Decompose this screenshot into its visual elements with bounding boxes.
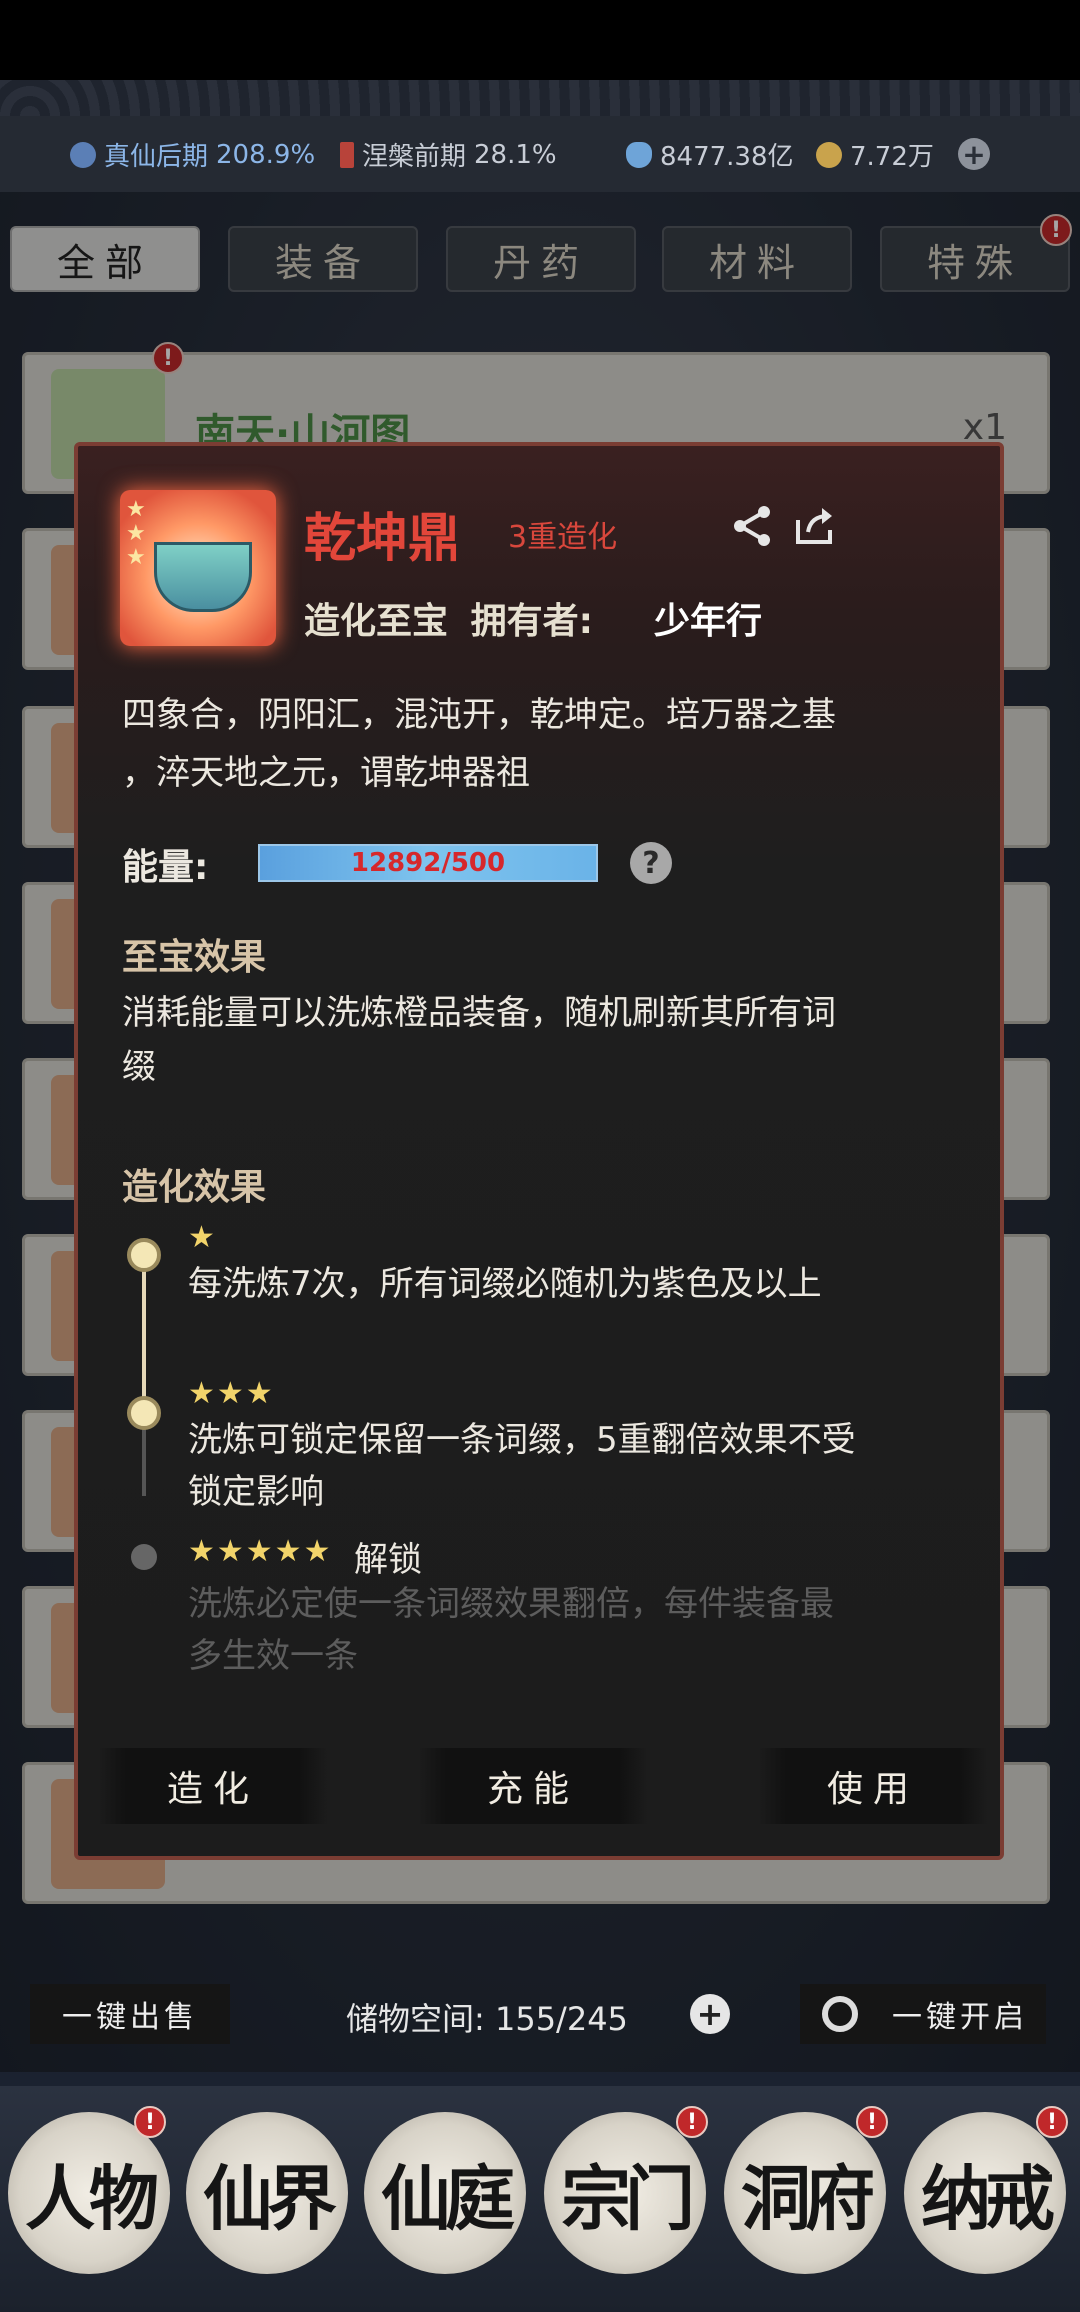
nav-sect[interactable]: 宗门	[544, 2112, 706, 2274]
realm1-stat: 真仙后期 208.9%	[70, 136, 315, 173]
use-button[interactable]: 使用	[758, 1748, 988, 1824]
spirit-stone-stat: 8477.38亿	[626, 136, 794, 173]
realm2-stat: 涅槃前期 28.1%	[340, 136, 557, 173]
top-black-bar	[0, 0, 1080, 80]
effect-line: 缀	[122, 1047, 156, 1087]
level3-stars: ★★★★★	[188, 1534, 333, 1569]
expand-storage-icon[interactable]: +	[690, 1994, 730, 2034]
level2-line: 洗炼可锁定保留一条词缀，5重翻倍效果不受	[188, 1420, 856, 1460]
crystal-icon	[626, 141, 652, 168]
bottom-navigation: 人物 仙界 仙庭 宗门 洞府 纳戒 ! ! ! !	[0, 2086, 1080, 2312]
nav-ring-badge: !	[1036, 2106, 1068, 2138]
coin-icon	[816, 141, 842, 168]
sell-all-button[interactable]: 一键出售	[30, 1984, 230, 2044]
level3-line: 多生效一条	[188, 1636, 358, 1676]
energy-bar: 12892/500	[258, 844, 598, 882]
cauldron-item-icon: ★ ★ ★	[120, 490, 276, 646]
resource-status-bar: 真仙后期 208.9% 涅槃前期 28.1% 8477.38亿 7.72万 +	[0, 116, 1080, 192]
storage-capacity: 储物空间: 155/245	[346, 1994, 628, 2040]
desc-line: ，淬天地之元，谓乾坤器祖	[122, 753, 530, 793]
nav-label: 宗门	[561, 2156, 695, 2240]
level1-text: 每洗炼7次，所有词缀必随机为紫色及以上	[188, 1258, 988, 1310]
refine-button[interactable]: 造化	[98, 1748, 328, 1824]
owner-name: 少年行	[654, 601, 763, 642]
refine-level: 3重造化	[508, 520, 618, 555]
inventory-toolbar: 一键出售 储物空间: 155/245 + 一键开启	[0, 1984, 1080, 2048]
nav-immortal-court[interactable]: 仙庭	[364, 2112, 526, 2274]
timeline-node-2	[127, 1396, 161, 1430]
item-description: 四象合，阴阳汇，混沌开，乾坤定。培万器之基 ，淬天地之元，谓乾坤器祖	[122, 686, 972, 802]
storage-label: 储物空间:	[346, 2000, 485, 2038]
level1-line: 每洗炼7次，所有词缀必随机为紫色及以上	[188, 1264, 822, 1304]
realm1-pct: 208.9%	[216, 139, 316, 170]
nav-label: 仙庭	[381, 2156, 515, 2240]
energy-label: 能量:	[122, 847, 209, 888]
coin-stat: 7.72万	[816, 136, 934, 173]
help-icon[interactable]: ?	[630, 842, 672, 884]
level3-line: 洗炼必定使一条词缀效果翻倍，每件装备最	[188, 1584, 834, 1624]
share-icon[interactable]	[728, 502, 776, 550]
nav-label: 人物	[25, 2156, 159, 2240]
effect-line: 消耗能量可以洗炼橙品装备，随机刷新其所有词	[122, 993, 836, 1033]
realm2-name: 涅槃前期	[362, 142, 467, 172]
timeline-node-1	[127, 1238, 161, 1272]
nav-storage-ring[interactable]: 纳戒	[904, 2112, 1066, 2274]
item-detail-modal: ★ ★ ★ 乾坤鼎 3重造化 造化至宝 拥有者: 少年行 四象合，阴阳汇，混沌开，乾…	[74, 442, 1004, 1860]
realm2-pct: 28.1%	[474, 139, 557, 170]
nav-character-badge: !	[134, 2106, 166, 2138]
rarity-stars-icon: ★ ★ ★	[126, 497, 146, 570]
add-currency-icon[interactable]: +	[958, 138, 990, 171]
nav-label: 纳戒	[921, 2156, 1055, 2240]
nav-sect-badge: !	[676, 2106, 708, 2138]
export-icon[interactable]	[790, 502, 838, 550]
swirl-icon	[70, 141, 96, 168]
energy-value: 12892/500	[350, 848, 506, 878]
nav-cave-badge: !	[856, 2106, 888, 2138]
timeline-node-3	[131, 1544, 157, 1570]
item-type-text: 造化至宝	[304, 601, 449, 642]
effect-text: 消耗能量可以洗炼橙品装备，随机刷新其所有词 缀	[122, 986, 982, 1094]
cauldron-icon	[154, 542, 252, 612]
nav-immortal-realm[interactable]: 仙界	[186, 2112, 348, 2274]
nav-label: 仙界	[203, 2156, 337, 2240]
coin-value: 7.72万	[850, 142, 934, 172]
effect-title: 至宝效果	[122, 937, 267, 978]
level1-stars: ★	[188, 1220, 217, 1255]
level3-text: 洗炼必定使一条词缀效果翻倍，每件装备最 多生效一条	[188, 1578, 988, 1682]
level2-text: 洗炼可锁定保留一条词缀，5重翻倍效果不受 锁定影响	[188, 1414, 988, 1518]
storage-value: 155/245	[494, 2000, 628, 2038]
gear-icon[interactable]	[822, 1996, 858, 2032]
desc-line: 四象合，阴阳汇，混沌开，乾坤定。培万器之基	[122, 695, 836, 735]
charge-button[interactable]: 充能	[418, 1748, 648, 1824]
level2-stars: ★★★	[188, 1376, 275, 1411]
refine-title: 造化效果	[122, 1167, 267, 1208]
nav-label: 洞府	[741, 2156, 875, 2240]
nav-cave[interactable]: 洞府	[724, 2112, 886, 2274]
spirit-stone-value: 8477.38亿	[660, 142, 794, 172]
item-title: 乾坤鼎	[304, 508, 461, 569]
owner-label: 拥有者:	[470, 601, 593, 642]
decorative-wave-bar	[0, 80, 1080, 116]
flame-sword-icon	[340, 141, 354, 168]
timeline-active-line	[142, 1256, 146, 1416]
realm1-name: 真仙后期	[104, 142, 209, 172]
unlock-label: 解锁	[354, 1540, 422, 1580]
item-type: 造化至宝 拥有者:	[304, 592, 593, 644]
level2-line: 锁定影响	[188, 1472, 324, 1512]
